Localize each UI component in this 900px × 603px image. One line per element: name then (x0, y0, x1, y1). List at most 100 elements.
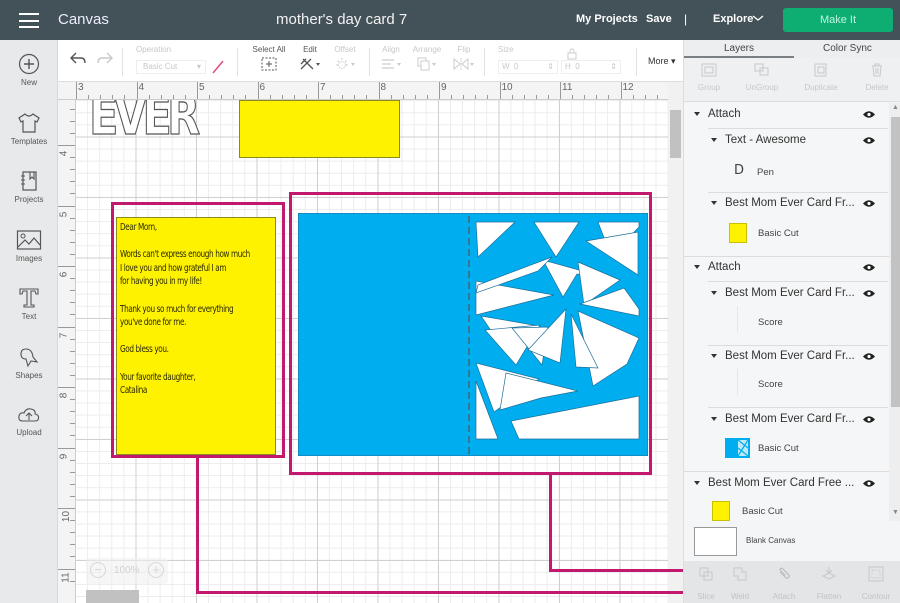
ruler-tick (197, 82, 198, 99)
sidebar-item-text[interactable]: Text (0, 287, 58, 342)
eye-icon[interactable] (862, 110, 876, 119)
width-label: W (502, 62, 510, 71)
canvas-horizontal-scrollbar[interactable] (86, 590, 139, 603)
layer-best-mom-score-1[interactable]: Best Mom Ever Card Fr... (684, 284, 889, 304)
ruler-number: 5 (58, 211, 70, 217)
attach-button[interactable]: Attach (762, 566, 806, 601)
redo-icon[interactable] (96, 51, 114, 67)
width-field[interactable]: W 0 ⇕ (498, 60, 558, 74)
layer-thumbnail (729, 223, 747, 243)
collapse-triangle-icon[interactable] (711, 138, 717, 142)
collapse-triangle-icon[interactable] (711, 417, 717, 421)
layers-scrollbar[interactable]: ▲ ▼ (889, 103, 900, 521)
layer-best-mom-cut[interactable]: Best Mom Ever Card Fr... (684, 410, 889, 430)
arrange-button[interactable]: Arrange (411, 45, 443, 76)
project-title[interactable]: mother's day card 7 (276, 11, 407, 28)
ruler-number: 3 (78, 82, 84, 93)
weld-button[interactable]: Weld (718, 566, 762, 601)
sidebar-label: Text (21, 312, 37, 321)
blank-canvas-row[interactable]: Blank Canvas (684, 521, 900, 561)
zoom-level: 100% (114, 565, 140, 576)
tab-color-sync[interactable]: Color Sync (823, 43, 872, 54)
layer-best-mom-score-2[interactable]: Best Mom Ever Card Fr... (684, 347, 889, 367)
operation-select[interactable]: Basic Cut ▾ (136, 60, 206, 74)
ruler-number: 9 (441, 82, 447, 93)
layer-group-attach-1[interactable]: Attach (684, 105, 889, 125)
explore-menu[interactable]: Explore (713, 13, 753, 25)
sidebar-item-upload[interactable]: Upload (0, 405, 58, 460)
divider (708, 192, 888, 193)
ruler-number: 4 (138, 82, 145, 93)
ruler-tick (318, 82, 319, 99)
sidebar-item-shapes[interactable]: Shapes (0, 346, 58, 401)
delete-button[interactable]: Delete (852, 63, 900, 92)
ruler-number: 8 (380, 82, 387, 93)
edit-label: Edit (303, 45, 317, 54)
action-label: Duplicate (804, 83, 838, 92)
collapse-triangle-icon[interactable] (711, 201, 717, 205)
flatten-button[interactable]: Flatten (807, 566, 851, 601)
nav-separator: | (684, 12, 688, 26)
sidebar-item-images[interactable]: Images (0, 229, 58, 284)
collapse-triangle-icon[interactable] (711, 354, 717, 358)
scroll-up-icon[interactable]: ▲ (892, 104, 899, 111)
ungroup-button[interactable]: UnGroup (737, 63, 787, 92)
collapse-triangle-icon[interactable] (694, 481, 700, 485)
eye-icon[interactable] (862, 136, 876, 145)
eye-icon[interactable] (862, 199, 876, 208)
eye-icon[interactable] (862, 289, 876, 298)
layer-best-mom-card-free[interactable]: Best Mom Ever Card Free ... (684, 474, 889, 494)
canvas-vertical-scrollbar[interactable] (668, 82, 683, 603)
top-bar: Canvas mother's day card 7 My Projects S… (0, 0, 900, 40)
edit-button[interactable]: Edit (297, 45, 323, 76)
more-button[interactable]: More ▾ (648, 56, 676, 67)
zoom-in-button[interactable]: + (148, 562, 164, 578)
contour-button[interactable]: Contour (854, 566, 898, 601)
notebook-icon (21, 171, 37, 191)
my-projects-link[interactable]: My Projects (576, 13, 638, 25)
group-button[interactable]: Group (684, 63, 734, 92)
operation-value: Basic Cut (143, 62, 178, 71)
collapse-triangle-icon[interactable] (694, 112, 700, 116)
eye-icon[interactable] (862, 479, 876, 488)
flip-icon (453, 57, 474, 71)
undo-icon[interactable] (69, 51, 87, 67)
ruler-vertical: 4 5 6 7 8 9 10 11 (58, 100, 76, 603)
layer-group-attach-2[interactable]: Attach (684, 258, 889, 278)
duplicate-button[interactable]: Duplicate (796, 63, 846, 92)
sidebar-item-templates[interactable]: Templates (0, 112, 58, 167)
ruler-tick (58, 447, 75, 449)
save-button[interactable]: Save (646, 13, 672, 25)
menu-icon[interactable] (19, 13, 39, 28)
eye-icon[interactable] (862, 263, 876, 272)
tab-layers[interactable]: Layers (724, 43, 754, 54)
layer-text-awesome[interactable]: Text - Awesome (684, 131, 889, 151)
yellow-card-object[interactable] (239, 100, 400, 158)
sidebar-item-projects[interactable]: Projects (0, 170, 58, 225)
offset-button[interactable]: Offset (330, 45, 360, 76)
blank-canvas-label: Blank Canvas (746, 536, 796, 545)
chevron-down-icon[interactable] (752, 12, 764, 24)
align-button[interactable]: Align (378, 45, 404, 76)
scroll-thumb[interactable] (670, 110, 681, 158)
lock-icon[interactable] (567, 48, 577, 60)
size-label: Size (498, 45, 514, 54)
flip-button[interactable]: Flip (451, 45, 477, 76)
height-field[interactable]: H 0 ⇕ (561, 60, 621, 74)
eye-icon[interactable] (862, 352, 876, 361)
zoom-out-button[interactable]: − (90, 562, 106, 578)
select-all-button[interactable]: Select All (249, 45, 289, 76)
make-it-button[interactable]: Make It (783, 8, 893, 32)
layer-best-mom-card[interactable]: Best Mom Ever Card Fr... (684, 194, 889, 214)
collapse-triangle-icon[interactable] (694, 265, 700, 269)
ruler-tick (76, 82, 77, 99)
scroll-thumb[interactable] (891, 117, 900, 407)
stepper-icon: ⇕ (547, 62, 554, 71)
eye-icon[interactable] (862, 415, 876, 424)
scroll-down-icon[interactable]: ▼ (892, 509, 899, 516)
collapse-triangle-icon[interactable] (711, 291, 717, 295)
ever-text-object[interactable]: EVER (88, 100, 200, 148)
ruler-tick (378, 82, 380, 99)
linetype-color-icon[interactable] (211, 59, 225, 75)
sidebar-item-new[interactable]: New (0, 53, 58, 108)
